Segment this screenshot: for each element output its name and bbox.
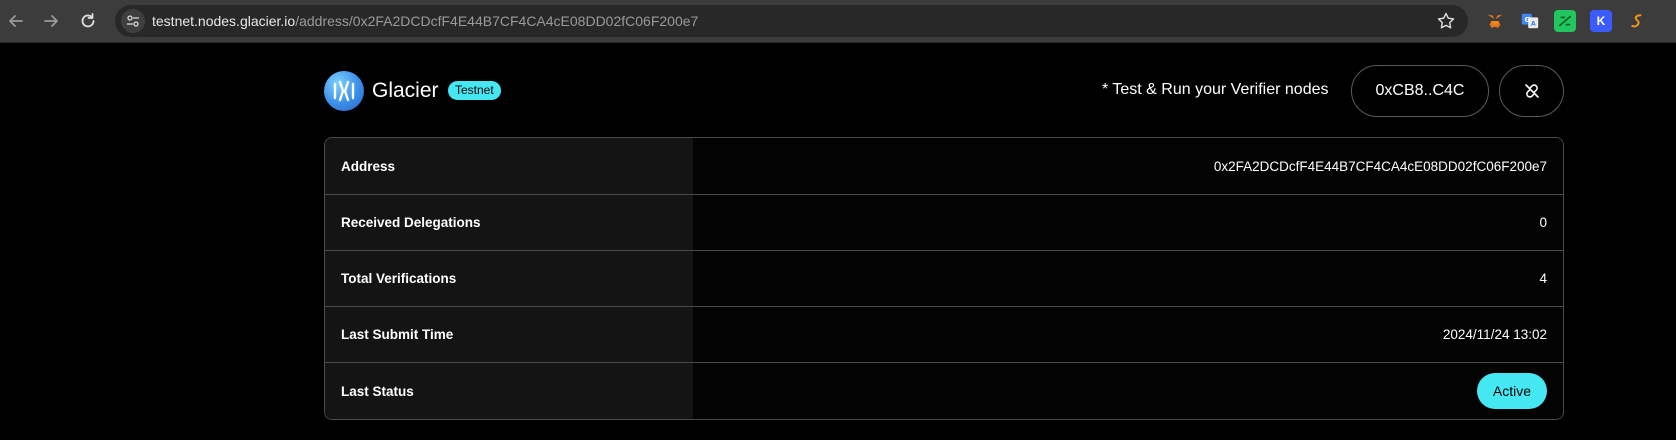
url-text[interactable]: testnet.nodes.glacier.io/address/0x2FA2D… (152, 5, 698, 37)
row-value: 2024/11/24 13:02 (693, 307, 1563, 362)
table-row-address: Address 0x2FA2DCDcfF4E44B7CF4CA4cE08DD02… (325, 138, 1563, 195)
address-bar[interactable]: testnet.nodes.glacier.io/address/0x2FA2D… (115, 5, 1468, 37)
row-value: 0 (693, 195, 1563, 250)
brand-name[interactable]: Glacier (372, 79, 439, 103)
table-row-received-delegations: Received Delegations 0 (325, 195, 1563, 251)
url-path: /address/0x2FA2DCDcfF4E44B7CF4CA4cE08DD0… (295, 13, 699, 29)
node-details-table: Address 0x2FA2DCDcfF4E44B7CF4CA4cE08DD02… (324, 137, 1564, 420)
network-badge: Testnet (448, 81, 501, 100)
svg-text:G: G (1525, 15, 1531, 24)
k-extension[interactable]: K (1590, 10, 1612, 32)
green-extension[interactable] (1554, 10, 1576, 32)
table-row-total-verifications: Total Verifications 4 (325, 251, 1563, 307)
back-arrow-icon[interactable] (2, 7, 30, 35)
row-value: 0x2FA2DCDcfF4E44B7CF4CA4cE08DD02fC06F200… (693, 138, 1563, 194)
table-row-last-submit-time: Last Submit Time 2024/11/24 13:02 (325, 307, 1563, 363)
row-label: Address (325, 138, 693, 194)
page-header: Glacier Testnet * Test & Run your Verifi… (324, 65, 1564, 120)
row-label: Last Submit Time (325, 307, 693, 362)
status-badge: Active (1476, 373, 1547, 409)
reload-icon[interactable] (74, 7, 102, 35)
broken-link-icon (1524, 84, 1539, 98)
url-host: testnet.nodes.glacier.io (152, 13, 296, 29)
verifier-nodes-link[interactable]: * Test & Run your Verifier nodes (1102, 81, 1329, 99)
row-value: Active (693, 363, 1563, 419)
table-row-last-status: Last Status Active (325, 363, 1563, 419)
metamask-fox-extension[interactable] (1484, 10, 1506, 32)
row-label: Total Verifications (325, 251, 693, 306)
row-value: 4 (693, 251, 1563, 306)
forward-arrow-icon[interactable] (37, 7, 65, 35)
wallet-address-button[interactable]: 0xCB8..C4C (1351, 65, 1489, 117)
glacier-logo-icon[interactable] (324, 71, 364, 111)
site-info-icon[interactable] (121, 9, 145, 33)
bookmark-star-icon[interactable] (1436, 11, 1456, 31)
browser-toolbar: testnet.nodes.glacier.io/address/0x2FA2D… (0, 0, 1676, 43)
row-label: Received Delegations (325, 195, 693, 250)
orange-s-extension[interactable] (1627, 10, 1649, 32)
row-label: Last Status (325, 363, 693, 419)
disconnect-button[interactable] (1499, 65, 1564, 117)
translate-extension[interactable]: GA (1519, 10, 1541, 32)
svg-text:A: A (1531, 21, 1536, 28)
